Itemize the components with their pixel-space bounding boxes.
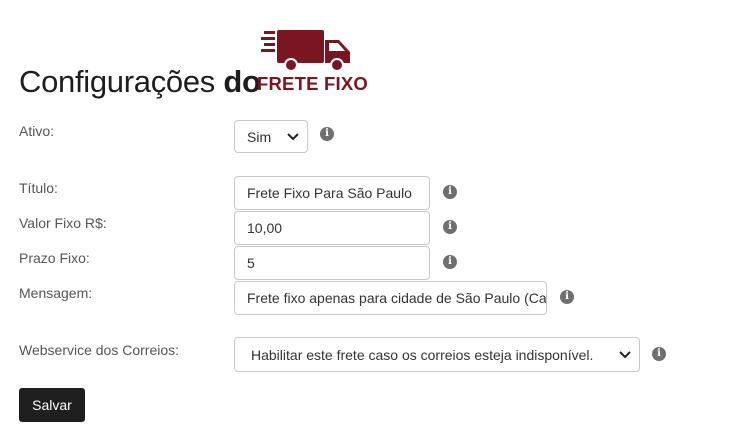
webservice-label: Webservice dos Correios: — [19, 342, 180, 358]
prazo-input[interactable]: 5 — [234, 246, 430, 280]
info-circle-icon[interactable]: i — [560, 290, 574, 304]
mensagem-input-value: Frete fixo apenas para cidade de São Pau… — [247, 290, 547, 306]
prazo-input-value: 5 — [247, 255, 255, 271]
info-circle-icon[interactable]: i — [320, 127, 334, 141]
webservice-select[interactable]: Habilitar este frete caso os correios es… — [234, 337, 640, 372]
valor-input-value: 10,00 — [247, 220, 283, 236]
page-title-bold: do — [223, 64, 261, 99]
ativo-select-value: Sim — [247, 128, 272, 145]
valor-label: Valor Fixo R$: — [19, 215, 107, 231]
chevron-down-icon — [287, 132, 299, 140]
info-circle-icon[interactable]: i — [443, 255, 457, 269]
webservice-select-value: Habilitar este frete caso os correios es… — [251, 346, 594, 363]
delivery-truck-icon — [261, 30, 350, 72]
info-circle-icon[interactable]: i — [443, 185, 457, 199]
prazo-label: Prazo Fixo: — [19, 250, 90, 266]
logo-text: FRETE FIXO — [257, 73, 368, 94]
info-circle-icon[interactable]: i — [443, 220, 457, 234]
mensagem-input[interactable]: Frete fixo apenas para cidade de São Pau… — [234, 281, 547, 315]
page-title-prefix: Configurações — [19, 64, 224, 99]
titulo-input[interactable]: Frete Fixo Para São Paulo — [234, 176, 430, 210]
save-button[interactable]: Salvar — [19, 388, 85, 422]
titulo-input-value: Frete Fixo Para São Paulo — [247, 185, 412, 201]
chevron-down-icon — [619, 350, 631, 358]
ativo-label: Ativo: — [19, 123, 55, 139]
frete-fixo-logo: FRETE FIXO — [257, 28, 368, 96]
titulo-label: Título: — [19, 180, 58, 196]
mensagem-label: Mensagem: — [19, 285, 93, 301]
valor-input[interactable]: 10,00 — [234, 211, 430, 245]
page-title: Configurações do — [19, 64, 261, 100]
ativo-select[interactable]: Sim — [234, 120, 308, 153]
info-circle-icon[interactable]: i — [652, 347, 666, 361]
